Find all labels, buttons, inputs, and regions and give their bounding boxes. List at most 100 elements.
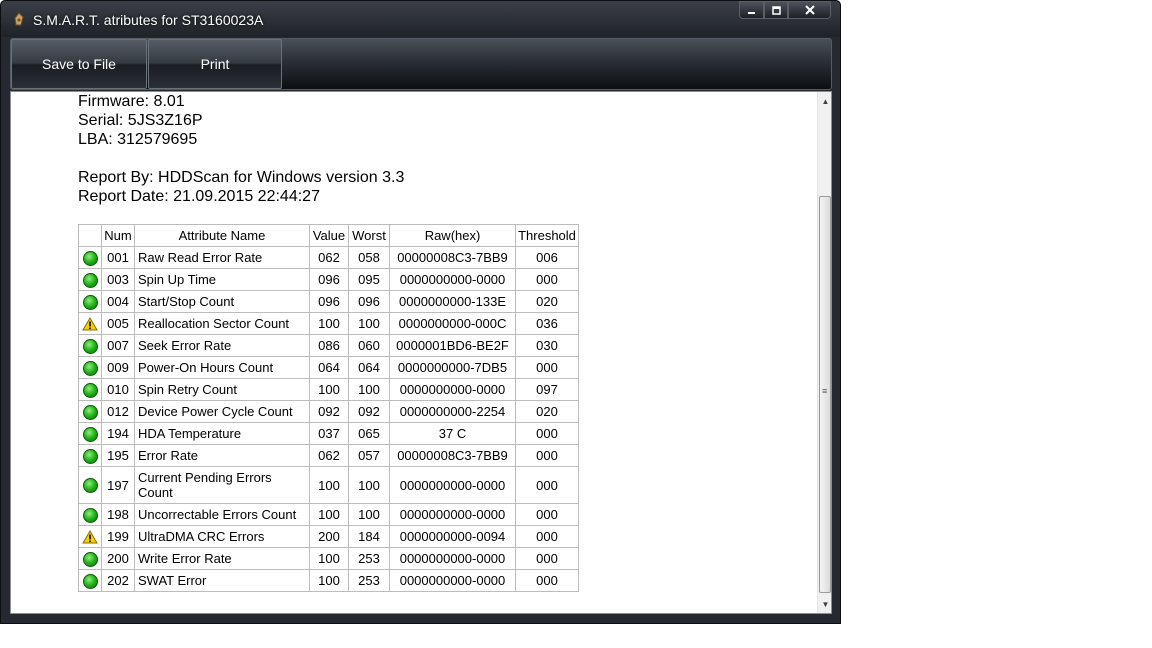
status-cell [78, 356, 102, 379]
value-cell: 062 [309, 444, 349, 467]
raw-column-header: Raw(hex) [389, 224, 516, 247]
num-cell: 197 [101, 466, 135, 504]
worst-column-header: Worst [348, 224, 390, 247]
title-bar[interactable]: S.M.A.R.T. atributes for ST3160023A [1, 1, 840, 37]
status-ok-icon [82, 573, 98, 589]
status-cell [78, 290, 102, 313]
num-cell: 003 [101, 268, 135, 291]
raw-cell: 0000000000-7DB5 [389, 356, 516, 379]
threshold-cell: 020 [515, 290, 579, 313]
value-cell: 100 [309, 466, 349, 504]
value-cell: 092 [309, 400, 349, 423]
table-row: 198 Uncorrectable Errors Count 100 100 00000… [78, 503, 579, 526]
lba-text: LBA: 312579695 [78, 131, 198, 148]
threshold-cell: 000 [515, 503, 579, 526]
value-cell: 200 [309, 525, 349, 548]
attribute-name-cell: Start/Stop Count [134, 290, 310, 313]
raw-cell: 0000000000-0000 [389, 569, 516, 592]
value-cell: 086 [309, 334, 349, 357]
status-cell [78, 422, 102, 445]
status-cell [78, 400, 102, 423]
threshold-cell: 006 [515, 246, 579, 269]
attribute-name-cell: Error Rate [134, 444, 310, 467]
status-cell [78, 503, 102, 526]
value-column-header: Value [309, 224, 349, 247]
raw-cell: 0000000000-0000 [389, 466, 516, 504]
attribute-name-cell: Device Power Cycle Count [134, 400, 310, 423]
vertical-scrollbar[interactable]: ▲ ≡ ▼ [817, 92, 831, 613]
value-cell: 100 [309, 547, 349, 570]
table-row: 195 Error Rate 062 057 00000008C3-7BB9 000 [78, 444, 579, 467]
table-row: 199 UltraDMA CRC Errors 200 184 0000000000-0… [78, 525, 579, 548]
num-cell: 199 [101, 525, 135, 548]
toolbar: Save to File Print [10, 38, 832, 90]
num-column-header: Num [101, 224, 135, 247]
table-row: 005 Reallocation Sector Count 100 100 000000… [78, 312, 579, 335]
table-row: 197 Current Pending Errors Count 100 100 000… [78, 466, 579, 504]
smart-window: S.M.A.R.T. atributes for ST3160023A Save… [0, 0, 841, 624]
table-row: 012 Device Power Cycle Count 092 092 0000000… [78, 400, 579, 423]
worst-cell: 100 [348, 378, 390, 401]
report-view[interactable]: Firmware: 8.01 Serial: 5JS3Z16P LBA: 312… [10, 91, 832, 614]
status-ok-icon [82, 478, 98, 494]
attribute-name-cell: Uncorrectable Errors Count [134, 503, 310, 526]
attribute-name-column-header: Attribute Name [134, 224, 310, 247]
scroll-up-arrow-icon[interactable]: ▲ [818, 94, 831, 109]
close-button[interactable] [788, 1, 831, 19]
report-date-text: Report Date: 21.09.2015 22:44:27 [78, 188, 320, 205]
raw-cell: 0000000000-2254 [389, 400, 516, 423]
threshold-cell: 000 [515, 547, 579, 570]
maximize-button[interactable] [764, 1, 788, 19]
threshold-cell: 030 [515, 334, 579, 357]
value-cell: 062 [309, 246, 349, 269]
hdd-app-icon [14, 12, 24, 26]
raw-cell: 0000000000-0094 [389, 525, 516, 548]
attribute-name-cell: Reallocation Sector Count [134, 312, 310, 335]
window-controls [739, 1, 831, 19]
raw-cell: 0000001BD6-BE2F [389, 334, 516, 357]
worst-cell: 100 [348, 503, 390, 526]
status-ok-icon [82, 448, 98, 464]
minimize-button[interactable] [739, 1, 764, 19]
table-row: 194 HDA Temperature 037 065 37 C 000 [78, 422, 579, 445]
drive-info: Firmware: 8.01 Serial: 5JS3Z16P LBA: 312… [78, 92, 404, 206]
worst-cell: 092 [348, 400, 390, 423]
raw-cell: 0000000000-0000 [389, 503, 516, 526]
worst-cell: 100 [348, 312, 390, 335]
num-cell: 009 [101, 356, 135, 379]
warning-icon [82, 530, 98, 544]
worst-cell: 253 [348, 547, 390, 570]
attribute-name-cell: Write Error Rate [134, 547, 310, 570]
status-cell [78, 525, 102, 548]
worst-cell: 057 [348, 444, 390, 467]
value-cell: 037 [309, 422, 349, 445]
worst-cell: 095 [348, 268, 390, 291]
table-row: 202 SWAT Error 100 253 0000000000-0000 000 [78, 569, 579, 592]
serial-text: Serial: 5JS3Z16P [78, 112, 203, 129]
raw-cell: 0000000000-133E [389, 290, 516, 313]
value-cell: 100 [309, 378, 349, 401]
status-ok-icon [82, 426, 98, 442]
threshold-cell: 000 [515, 444, 579, 467]
status-ok-icon [82, 272, 98, 288]
raw-cell: 00000008C3-7BB9 [389, 444, 516, 467]
scroll-down-arrow-icon[interactable]: ▼ [818, 597, 831, 612]
save-to-file-button[interactable]: Save to File [11, 39, 147, 89]
status-ok-icon [82, 250, 98, 266]
value-cell: 096 [309, 268, 349, 291]
status-ok-icon [82, 294, 98, 310]
table-row: 200 Write Error Rate 100 253 0000000000-0000… [78, 547, 579, 570]
status-cell [78, 246, 102, 269]
status-ok-icon [82, 551, 98, 567]
threshold-column-header: Threshold [515, 224, 579, 247]
value-cell: 096 [309, 290, 349, 313]
status-ok-icon [82, 507, 98, 523]
threshold-cell: 000 [515, 466, 579, 504]
status-cell [78, 547, 102, 570]
worst-cell: 064 [348, 356, 390, 379]
scrollbar-thumb[interactable]: ≡ [819, 196, 831, 593]
threshold-cell: 097 [515, 378, 579, 401]
raw-cell: 37 C [389, 422, 516, 445]
print-button[interactable]: Print [148, 39, 282, 89]
threshold-cell: 000 [515, 525, 579, 548]
